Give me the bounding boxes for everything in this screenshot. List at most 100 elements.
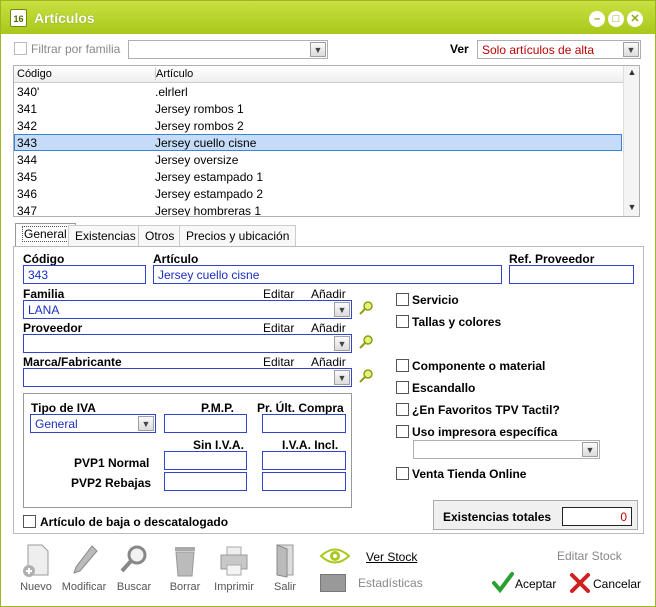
tallas-colores-checkbox[interactable] bbox=[396, 315, 409, 328]
familia-anadir-link[interactable]: Añadir bbox=[311, 287, 346, 301]
title-bar: 16 Artículos – □ ✕ bbox=[1, 1, 655, 34]
servicio-label: Servicio bbox=[412, 293, 459, 307]
nuevo-button[interactable]: Nuevo bbox=[14, 541, 58, 597]
chevron-down-icon: ▼ bbox=[582, 442, 598, 457]
favoritos-tpv-checkbox[interactable] bbox=[396, 403, 409, 416]
familia-select[interactable]: LANA ▼ bbox=[23, 300, 352, 319]
tipo-iva-label: Tipo de IVA bbox=[31, 401, 96, 415]
componente-checkbox[interactable] bbox=[396, 359, 409, 372]
editar-stock-link[interactable]: Editar Stock bbox=[557, 549, 622, 563]
uso-impresora-checkbox[interactable] bbox=[396, 425, 409, 438]
venta-online-checkbox[interactable] bbox=[396, 467, 409, 480]
marca-anadir-link[interactable]: Añadir bbox=[311, 355, 346, 369]
pmp-field[interactable] bbox=[164, 414, 247, 433]
scroll-down-icon[interactable]: ▼ bbox=[624, 202, 639, 216]
magnifier-icon[interactable] bbox=[359, 301, 373, 315]
borrar-button[interactable]: Borrar bbox=[163, 541, 207, 597]
chevron-down-icon: ▼ bbox=[334, 336, 350, 351]
familia-editar-link[interactable]: Editar bbox=[263, 287, 294, 301]
existencias-totales-label: Existencias totales bbox=[443, 510, 552, 524]
list-scrollbar[interactable]: ▲ ▼ bbox=[623, 66, 639, 216]
chevron-down-icon: ▼ bbox=[334, 370, 350, 385]
proveedor-editar-link[interactable]: Editar bbox=[263, 321, 294, 335]
tab-general[interactable]: General bbox=[15, 223, 76, 246]
table-row[interactable]: 344 Jersey oversize bbox=[14, 152, 622, 169]
filtro-familia-select[interactable]: ▼ bbox=[128, 40, 328, 59]
ver-stock-link[interactable]: Ver Stock bbox=[366, 550, 417, 564]
eye-icon[interactable] bbox=[319, 547, 351, 565]
marca-label: Marca/Fabricante bbox=[23, 355, 122, 369]
servicio-checkbox[interactable] bbox=[396, 293, 409, 306]
salir-button[interactable]: Salir bbox=[263, 541, 307, 597]
pr-ult-compra-label: Pr. Últ. Compra bbox=[257, 401, 344, 415]
pvp2-sin-iva-field[interactable] bbox=[164, 472, 247, 491]
checkmark-icon[interactable] bbox=[492, 571, 514, 593]
estadisticas-link[interactable]: Estadísticas bbox=[358, 576, 423, 590]
existencias-totales-field: 0 bbox=[562, 507, 632, 526]
favoritos-tpv-label: ¿En Favoritos TPV Tactil? bbox=[412, 403, 560, 417]
tab-otros[interactable]: Otros bbox=[138, 225, 182, 246]
escandallo-checkbox[interactable] bbox=[396, 381, 409, 394]
magnifier-icon[interactable] bbox=[359, 369, 373, 383]
column-header-codigo[interactable]: Código bbox=[17, 68, 52, 80]
codigo-field[interactable]: 343 bbox=[23, 265, 146, 284]
magnifier-icon[interactable] bbox=[359, 335, 373, 349]
cancelar-button[interactable]: Cancelar bbox=[593, 577, 641, 591]
proveedor-anadir-link[interactable]: Añadir bbox=[311, 321, 346, 335]
table-row[interactable]: 340' .elrlerl bbox=[14, 84, 622, 101]
baja-checkbox[interactable] bbox=[23, 515, 36, 528]
ver-select[interactable]: Solo artículos de alta ▼ bbox=[477, 40, 641, 59]
filtrar-familia-checkbox[interactable] bbox=[14, 42, 27, 55]
pvp2-iva-incl-field[interactable] bbox=[262, 472, 346, 491]
table-row[interactable]: 345 Jersey estampado 1 bbox=[14, 169, 622, 186]
buscar-button[interactable]: Buscar bbox=[112, 541, 156, 597]
calendar-icon: 16 bbox=[10, 9, 27, 27]
venta-online-label: Venta Tienda Online bbox=[412, 467, 527, 481]
tab-precios-ubicacion[interactable]: Precios y ubicación bbox=[179, 225, 297, 246]
table-row[interactable]: 347 Jersey hombreras 1 bbox=[14, 203, 622, 216]
impresora-select[interactable]: ▼ bbox=[413, 440, 600, 459]
statistics-icon[interactable] bbox=[320, 574, 346, 592]
trash-icon bbox=[175, 547, 195, 577]
table-row[interactable]: 342 Jersey rombos 2 bbox=[14, 118, 622, 135]
aceptar-button[interactable]: Aceptar bbox=[515, 577, 556, 591]
tipo-iva-select[interactable]: General ▼ bbox=[30, 414, 156, 433]
articulo-field[interactable]: Jersey cuello cisne bbox=[153, 265, 502, 284]
escandallo-label: Escandallo bbox=[412, 381, 476, 395]
table-row[interactable]: 341 Jersey rombos 1 bbox=[14, 101, 622, 118]
table-row-selected[interactable]: 343 Jersey cuello cisne bbox=[14, 134, 622, 151]
tab-existencias[interactable]: Existencias bbox=[68, 225, 143, 246]
componente-label: Componente o material bbox=[412, 359, 546, 373]
pvp1-sin-iva-field[interactable] bbox=[164, 451, 247, 470]
maximize-button[interactable]: □ bbox=[608, 11, 624, 27]
window-title: Artículos bbox=[34, 10, 95, 26]
scroll-up-icon[interactable]: ▲ bbox=[624, 67, 639, 81]
pvp1-iva-incl-field[interactable] bbox=[262, 451, 346, 470]
pvp2-label: PVP2 Rebajas bbox=[71, 476, 152, 490]
uso-impresora-label: Uso impresora específica bbox=[412, 425, 558, 439]
modificar-button[interactable]: Modificar bbox=[62, 541, 106, 597]
close-button[interactable]: ✕ bbox=[627, 11, 643, 27]
table-row[interactable]: 346 Jersey estampado 2 bbox=[14, 186, 622, 203]
ref-proveedor-field[interactable] bbox=[509, 265, 634, 284]
proveedor-select[interactable]: ▼ bbox=[23, 334, 352, 353]
minimize-button[interactable]: – bbox=[589, 11, 605, 27]
pr-ult-compra-field[interactable] bbox=[262, 414, 346, 433]
marca-select[interactable]: ▼ bbox=[23, 368, 352, 387]
marca-editar-link[interactable]: Editar bbox=[263, 355, 294, 369]
filtrar-familia-label: Filtrar por familia bbox=[31, 42, 121, 56]
ref-proveedor-label: Ref. Proveedor bbox=[509, 252, 595, 266]
cancel-x-icon[interactable] bbox=[569, 572, 591, 594]
list-header: Código Artículo bbox=[14, 66, 624, 83]
pmp-label: P.M.P. bbox=[201, 401, 234, 415]
column-header-articulo[interactable]: Artículo bbox=[155, 68, 193, 80]
chevron-down-icon: ▼ bbox=[138, 416, 154, 431]
ver-label: Ver bbox=[450, 42, 469, 56]
chevron-down-icon: ▼ bbox=[310, 42, 326, 57]
articulos-list[interactable]: Código Artículo 340' .elrlerl 341 Jersey… bbox=[13, 65, 640, 217]
tallas-colores-label: Tallas y colores bbox=[412, 315, 502, 329]
baja-label: Artículo de baja o descatalogado bbox=[40, 515, 229, 529]
pen-icon bbox=[73, 545, 98, 574]
imprimir-button[interactable]: Imprimir bbox=[212, 541, 256, 597]
codigo-label: Código bbox=[23, 252, 65, 266]
